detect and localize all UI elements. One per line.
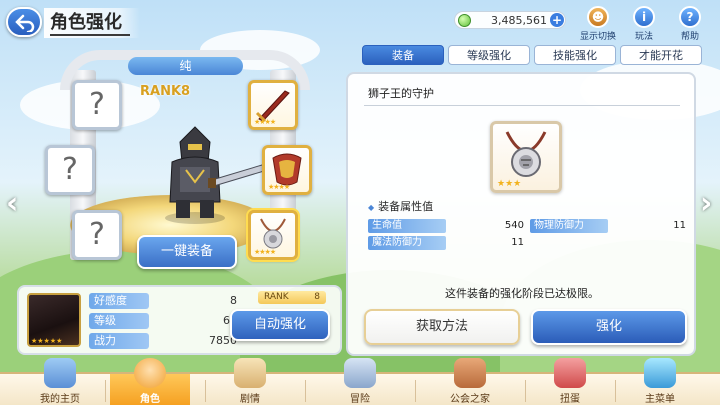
tab-skill-up[interactable]: 技能强化 <box>534 45 616 65</box>
equipment-slot-empty[interactable]: ? <box>72 80 122 130</box>
equipment-slot-necklace[interactable]: ★★★★ <box>248 210 298 260</box>
equipment-slot-sword[interactable]: ★★★★ <box>248 80 298 130</box>
stat-row-level: 等级 67 <box>89 313 237 329</box>
attribute-row-hp: 生命值 540 <box>368 219 524 233</box>
nav-adventure[interactable]: 冒险 <box>320 358 400 405</box>
back-arrow-icon <box>15 14 35 32</box>
attribute-row-physical-defense: 物理防御力 11 <box>530 219 686 233</box>
acquire-method-button[interactable]: 获取方法 <box>364 309 520 345</box>
diamond-bullet-icon: ◆ <box>368 203 375 212</box>
display-toggle-icon: ☻ <box>587 6 609 28</box>
castle-icon <box>44 358 76 388</box>
one-click-equip-button[interactable]: 一键装备 <box>137 235 237 269</box>
equipment-slot-empty[interactable]: ? <box>45 145 95 195</box>
crystal-icon <box>644 358 676 388</box>
tab-equipment[interactable]: 装备 <box>362 45 444 65</box>
bottom-navigation: 我的主页 角色 剧情 冒险 公会之家 扭蛋 主菜单 <box>0 358 720 405</box>
crossed-swords-icon <box>344 358 376 388</box>
scroll-icon <box>234 358 266 388</box>
character-rank: RANK8 <box>140 84 191 99</box>
help-button[interactable]: ? 帮助 <box>668 6 712 42</box>
tab-talent-bloom[interactable]: 才能开花 <box>620 45 702 65</box>
attribute-row-magic-defense: 魔法防御力 11 <box>368 236 524 250</box>
stat-row-affection: 好感度 8 <box>89 293 237 309</box>
nav-character[interactable]: 角色 <box>110 358 190 405</box>
currency-display: 3,485,561 + <box>454 11 566 29</box>
next-character-arrow[interactable]: › <box>700 186 712 221</box>
nav-my-page[interactable]: 我的主页 <box>20 358 100 405</box>
character-name: 纯 <box>128 57 243 75</box>
add-currency-button[interactable]: + <box>550 13 564 27</box>
character-avatar-icon <box>134 358 166 388</box>
rank-badge: RANK 8 <box>258 291 326 304</box>
gacha-machine-icon <box>554 358 586 388</box>
auto-enhance-button[interactable]: 自动强化 <box>230 309 330 341</box>
currency-amount: 3,485,561 <box>491 14 547 27</box>
back-button[interactable] <box>6 7 42 37</box>
info-icon: i <box>633 6 655 28</box>
character-portrait[interactable]: ★★★★★ <box>27 293 81 347</box>
page-title: 角色强化 <box>44 8 140 38</box>
enhance-limit-message: 这件装备的强化阶段已达极限。 <box>445 287 599 300</box>
nav-story[interactable]: 剧情 <box>210 358 290 405</box>
enhance-button[interactable]: 强化 <box>531 309 687 345</box>
info-button[interactable]: i 玩法 <box>622 6 666 42</box>
equipment-preview: ★★★ <box>490 121 562 193</box>
stat-row-power: 战力 7850 <box>89 333 237 349</box>
display-toggle-button[interactable]: ☻ 显示切换 <box>576 6 620 42</box>
house-icon <box>454 358 486 388</box>
equipment-slot-armor[interactable]: ★★★★ <box>262 145 312 195</box>
coin-icon <box>458 14 471 27</box>
nav-main-menu[interactable]: 主菜单 <box>620 358 700 405</box>
equipment-name: 狮子王的守护 <box>364 84 680 106</box>
equipment-slot-empty[interactable]: ? <box>72 210 122 260</box>
previous-character-arrow[interactable]: ‹ <box>6 186 18 221</box>
tab-level-up[interactable]: 等级强化 <box>448 45 530 65</box>
help-icon: ? <box>679 6 701 28</box>
nav-gacha[interactable]: 扭蛋 <box>530 358 610 405</box>
attributes-header: ◆ 装备属性值 <box>368 200 434 213</box>
nav-guild-house[interactable]: 公会之家 <box>430 358 510 405</box>
